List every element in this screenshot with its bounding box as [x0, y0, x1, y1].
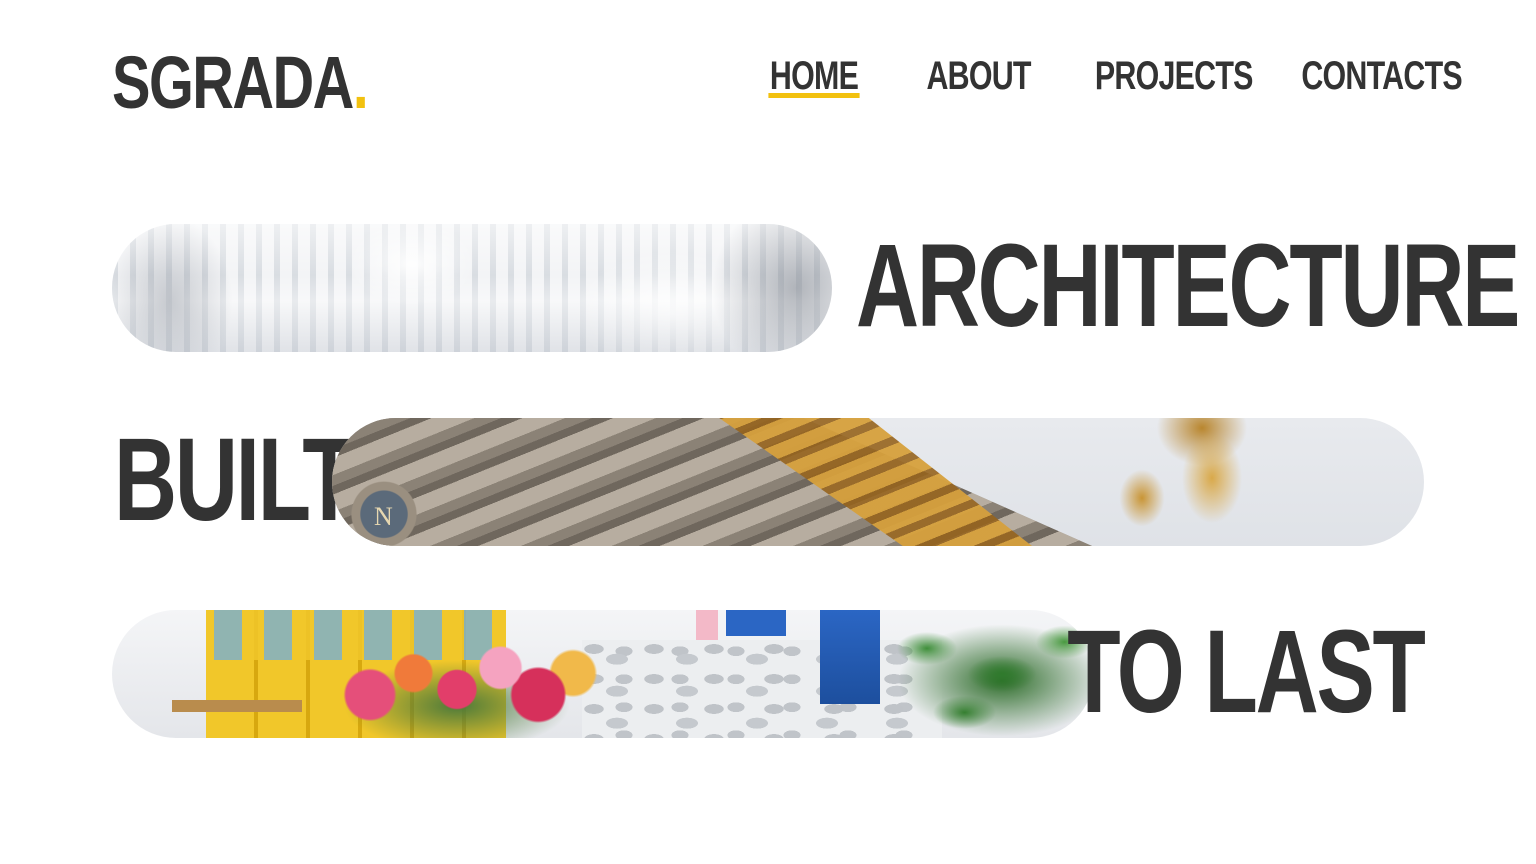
site-logo[interactable]: SGRADA.: [112, 30, 369, 124]
flower-bush: [312, 630, 602, 738]
nav-contacts-label: CONTACTS: [1301, 54, 1462, 98]
golden-statue: [1072, 418, 1252, 546]
nav-home-slot: HOME: [756, 50, 860, 102]
nav-projects-link[interactable]: PROJECTS: [1094, 50, 1254, 102]
hero-word-architecture: ARCHITECTURE: [856, 220, 1520, 352]
emblem-letter: N: [374, 502, 393, 531]
nav-about-link[interactable]: ABOUT: [926, 50, 1031, 102]
logo-text: SGRADA: [112, 41, 354, 124]
hero-image-facade-statues: N: [332, 418, 1424, 546]
nav-home-label: HOME: [769, 54, 859, 98]
hero-word-to-last: TO LAST: [1067, 606, 1427, 738]
blue-window: [726, 610, 786, 636]
logo-dot: .: [352, 41, 369, 124]
nav-projects-slot: PROJECTS: [1070, 50, 1254, 102]
hero-image-ornate-interior: [112, 224, 832, 352]
cafe-table: [172, 700, 302, 738]
nav-contacts-link[interactable]: CONTACTS: [1301, 50, 1462, 102]
nav-about-label: ABOUT: [926, 54, 1031, 98]
green-plants: [852, 610, 1094, 738]
nav-about-slot: ABOUT: [910, 50, 1031, 102]
nav-projects-label: PROJECTS: [1094, 54, 1254, 98]
hero-image-colorful-street: [112, 610, 1094, 738]
hero-word-built: BUILT: [114, 414, 356, 546]
pink-door: [696, 610, 718, 640]
nav-contacts-slot: CONTACTS: [1276, 50, 1462, 102]
nav-home-link[interactable]: HOME: [768, 50, 860, 102]
main-navigation: HOME ABOUT PROJECTS CONTACTS: [756, 50, 1463, 102]
